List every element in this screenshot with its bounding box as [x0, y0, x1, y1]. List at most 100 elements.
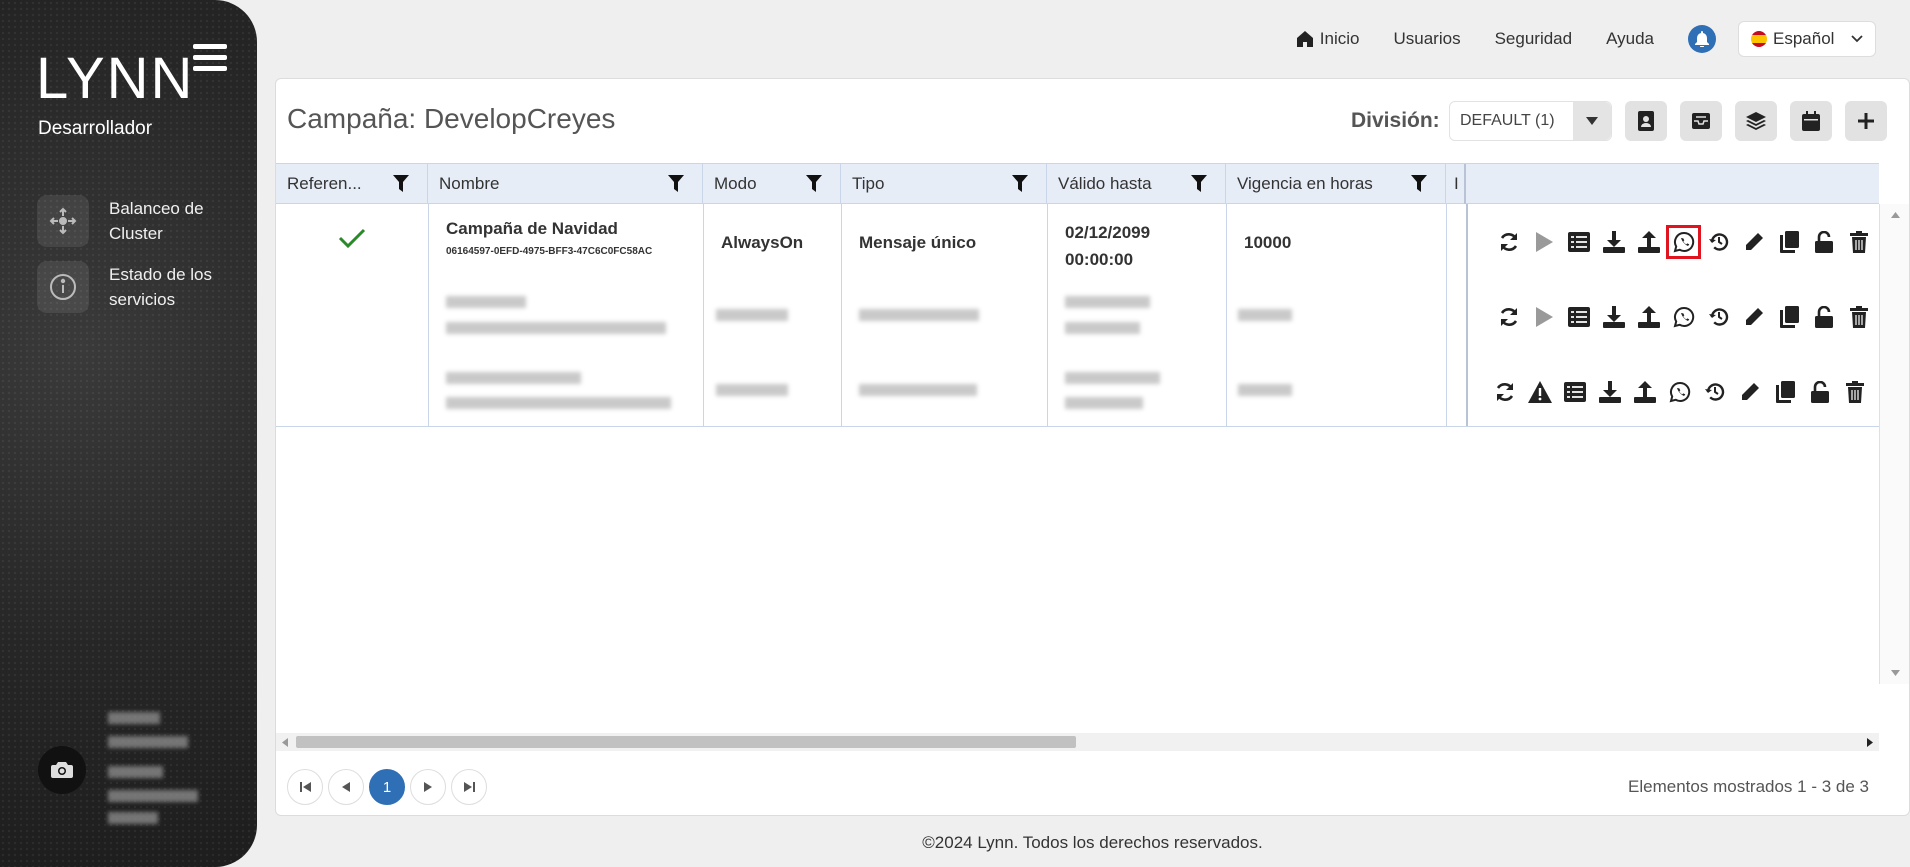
history-button[interactable]: [1701, 300, 1736, 334]
whatsapp-button[interactable]: [1666, 300, 1701, 334]
column-header-partial[interactable]: I: [1446, 164, 1466, 204]
division-label: División:: [1351, 109, 1440, 132]
list-button[interactable]: [1561, 225, 1596, 259]
horizontal-scrollbar[interactable]: [276, 733, 1879, 751]
upload-button[interactable]: [1631, 225, 1666, 259]
menu-toggle-button[interactable]: [193, 44, 227, 72]
download-button[interactable]: [1596, 225, 1631, 259]
inbox-button[interactable]: [1680, 101, 1722, 141]
row-actions: [1491, 225, 1876, 259]
sidebar-item-service-status[interactable]: Estado de los servicios: [37, 260, 247, 314]
upload-button[interactable]: [1627, 375, 1662, 409]
whatsapp-button[interactable]: [1666, 225, 1701, 259]
nav-help[interactable]: Ayuda: [1606, 29, 1654, 49]
column-header-mode[interactable]: Modo: [703, 164, 841, 204]
redacted-cell: [1238, 309, 1292, 321]
next-page-button[interactable]: [410, 769, 446, 805]
nav-home[interactable]: Inicio: [1296, 29, 1359, 49]
delete-button[interactable]: [1837, 375, 1872, 409]
previous-page-button[interactable]: [328, 769, 364, 805]
filter-icon[interactable]: [393, 175, 409, 192]
list-button[interactable]: [1557, 375, 1592, 409]
upload-button[interactable]: [1631, 300, 1666, 334]
first-page-button[interactable]: [287, 769, 323, 805]
upload-icon: [1637, 306, 1660, 328]
column-label: Válido hasta: [1058, 174, 1152, 193]
horizontal-scroll-thumb[interactable]: [296, 736, 1076, 748]
filter-icon[interactable]: [1191, 175, 1207, 192]
camera-icon[interactable]: [38, 746, 86, 794]
top-navigation: Inicio Usuarios Seguridad Ayuda Español: [1262, 21, 1876, 57]
redacted-user-info: [108, 790, 198, 802]
history-button[interactable]: [1701, 225, 1736, 259]
list-icon: [1567, 232, 1590, 252]
page-number-button[interactable]: 1: [369, 769, 405, 805]
play-icon: [1535, 307, 1553, 327]
unlock-button[interactable]: [1806, 225, 1841, 259]
division-value: DEFAULT (1): [1460, 112, 1555, 129]
download-button[interactable]: [1592, 375, 1627, 409]
warning-button[interactable]: [1522, 375, 1557, 409]
redacted-cell: [446, 296, 526, 308]
history-button[interactable]: [1697, 375, 1732, 409]
nav-users[interactable]: Usuarios: [1393, 29, 1460, 49]
add-button[interactable]: [1845, 101, 1887, 141]
download-icon: [1602, 306, 1625, 328]
column-header-valid-until[interactable]: Válido hasta: [1047, 164, 1226, 204]
contacts-button[interactable]: [1625, 101, 1667, 141]
copy-button[interactable]: [1771, 225, 1806, 259]
calendar-button[interactable]: [1790, 101, 1832, 141]
filter-icon[interactable]: [1012, 175, 1028, 192]
home-icon: [1296, 31, 1313, 47]
whatsapp-icon: [1673, 231, 1694, 253]
filter-icon[interactable]: [1411, 175, 1427, 192]
redacted-cell: [446, 372, 581, 384]
play-button[interactable]: [1526, 300, 1561, 334]
language-selector[interactable]: Español: [1738, 21, 1876, 57]
play-button[interactable]: [1526, 225, 1561, 259]
last-page-button[interactable]: [451, 769, 487, 805]
sidebar: LYNN Desarrollador Balanceo de Cluster E…: [0, 0, 257, 867]
download-button[interactable]: [1596, 300, 1631, 334]
nav-security[interactable]: Seguridad: [1495, 29, 1573, 49]
delete-button[interactable]: [1841, 225, 1876, 259]
layers-button[interactable]: [1735, 101, 1777, 141]
copy-button[interactable]: [1767, 375, 1802, 409]
previous-page-icon: [342, 782, 350, 792]
unlock-button[interactable]: [1806, 300, 1841, 334]
edit-button[interactable]: [1736, 300, 1771, 334]
spain-flag-icon: [1751, 31, 1767, 47]
refresh-button[interactable]: [1491, 225, 1526, 259]
history-icon: [1704, 383, 1724, 401]
inbox-icon: [1692, 113, 1710, 129]
filter-icon[interactable]: [806, 175, 822, 192]
edit-button[interactable]: [1736, 225, 1771, 259]
scroll-right-icon: [1867, 738, 1873, 747]
column-header-validity-hours[interactable]: Vigencia en horas: [1226, 164, 1446, 204]
list-button[interactable]: [1561, 300, 1596, 334]
whatsapp-button[interactable]: [1662, 375, 1697, 409]
refresh-button[interactable]: [1487, 375, 1522, 409]
refresh-button[interactable]: [1491, 300, 1526, 334]
column-label: Modo: [714, 174, 757, 193]
column-header-name[interactable]: Nombre: [428, 164, 703, 204]
column-header-reference[interactable]: Referen...: [276, 164, 428, 204]
vertical-scrollbar[interactable]: [1879, 204, 1909, 684]
edit-button[interactable]: [1732, 375, 1767, 409]
division-select[interactable]: DEFAULT (1): [1449, 101, 1612, 141]
row-mode: AlwaysOn: [721, 233, 804, 252]
notifications-bell-icon[interactable]: [1688, 25, 1716, 53]
redacted-user-info: [108, 766, 163, 778]
refresh-icon: [1496, 383, 1513, 401]
column-header-type[interactable]: Tipo: [841, 164, 1047, 204]
sidebar-item-cluster-balance[interactable]: Balanceo de Cluster: [37, 194, 247, 248]
history-icon: [1708, 308, 1728, 326]
redacted-cell: [1238, 384, 1292, 396]
copy-icon: [1779, 231, 1799, 253]
delete-button[interactable]: [1841, 300, 1876, 334]
scroll-up-icon: [1891, 212, 1900, 218]
redacted-cell: [446, 322, 666, 334]
filter-icon[interactable]: [668, 175, 684, 192]
copy-button[interactable]: [1771, 300, 1806, 334]
unlock-button[interactable]: [1802, 375, 1837, 409]
